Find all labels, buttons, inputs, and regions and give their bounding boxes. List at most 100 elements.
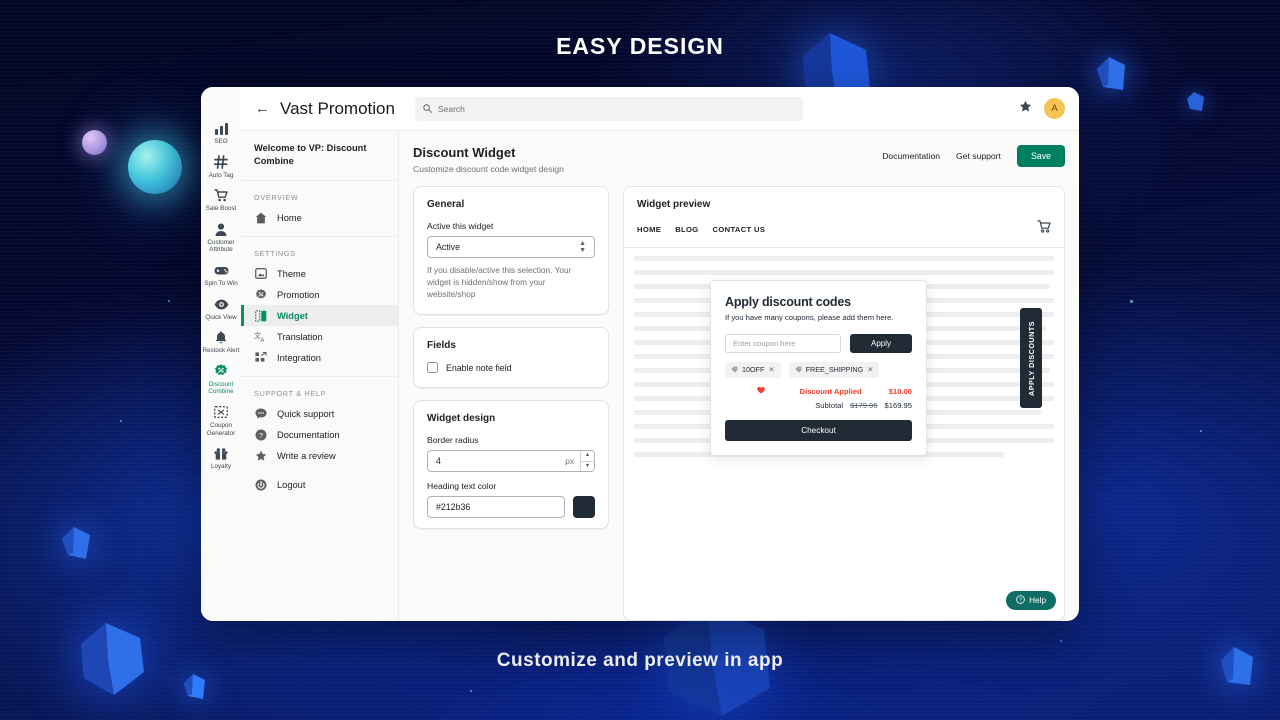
checkout-button[interactable]: Checkout xyxy=(725,419,912,441)
star-dot xyxy=(1200,430,1202,432)
coupon-chip[interactable]: 10OFF ✕ xyxy=(725,361,781,378)
discount-applied-label: Discount Applied xyxy=(799,386,862,396)
help-button[interactable]: ? Help xyxy=(1006,591,1056,610)
promotion-badge-icon xyxy=(254,288,267,301)
widget-icon xyxy=(254,309,267,322)
sidebar-item-label: Write a review xyxy=(277,450,336,461)
heading-color-input[interactable]: #212b36 xyxy=(427,496,565,518)
fields-card-title: Fields xyxy=(427,340,456,351)
star-icon[interactable] xyxy=(1019,100,1032,118)
apply-coupon-button[interactable]: Apply xyxy=(850,333,912,353)
person-icon xyxy=(215,222,227,237)
stepper-up-icon[interactable]: ▲ xyxy=(581,451,594,462)
gamepad-icon xyxy=(214,263,229,278)
rail-item-spin-to-win[interactable]: Spin To Win xyxy=(202,263,240,288)
crystal-shape xyxy=(1185,90,1207,114)
sidebar-item-integration[interactable]: Integration xyxy=(241,347,398,368)
widget-preview-card: Widget preview HOME BLOG CONTACT US Appl… xyxy=(623,186,1065,621)
question-circle-icon: ? xyxy=(1016,595,1025,606)
sidebar-item-promotion[interactable]: Promotion xyxy=(241,284,398,305)
question-circle-icon: ? xyxy=(254,429,267,441)
rail-item-auto-tag[interactable]: Auto Tag xyxy=(202,155,240,180)
border-radius-stepper[interactable]: ▲ ▼ xyxy=(580,451,594,471)
stepper-down-icon[interactable]: ▼ xyxy=(581,462,594,472)
active-widget-value: Active xyxy=(436,242,460,252)
rail-item-quick-view[interactable]: Quick View xyxy=(202,297,240,322)
coupon-input[interactable]: Enter coupon here xyxy=(725,333,841,353)
apply-discounts-tab-label: APPLY DISCOUNTS xyxy=(1026,320,1036,396)
border-radius-input[interactable]: 4 px ▲ ▼ xyxy=(427,450,595,472)
avatar[interactable]: A xyxy=(1044,98,1065,119)
subtotal-final: $169.95 xyxy=(884,400,912,410)
preview-nav-contact-us[interactable]: CONTACT US xyxy=(713,225,766,234)
star-dot xyxy=(120,420,122,422)
general-card: General Active this widget Active ▲ ▼ If … xyxy=(413,186,609,315)
page-header: Discount Widget Customize discount code … xyxy=(413,145,1065,174)
enable-note-field-checkbox[interactable]: Enable note field xyxy=(427,362,595,373)
crystal-shape xyxy=(60,525,94,563)
widget-design-card-title: Widget design xyxy=(427,413,496,424)
sidebar-item-write-a-review[interactable]: Write a review xyxy=(241,445,398,466)
save-button[interactable]: Save xyxy=(1016,145,1065,167)
rail-item-loyalty[interactable]: Loyalty xyxy=(202,446,240,471)
discount-applied-row: Discount Applied $10.00 xyxy=(725,386,912,396)
app-icon-rail: SEO Auto Tag Sale Boost Customer Attribu… xyxy=(201,87,241,621)
search-input[interactable]: Search xyxy=(414,96,803,121)
get-support-link[interactable]: Get support xyxy=(956,151,1001,161)
chat-icon xyxy=(254,408,267,419)
sidebar-item-translation[interactable]: 文A Translation xyxy=(241,326,398,347)
sidebar-item-label: Translation xyxy=(277,331,323,342)
teal-planet xyxy=(128,140,182,194)
rail-item-customer-attribute[interactable]: Customer Attribute xyxy=(202,222,240,254)
coupon-chip[interactable]: FREE_SHIPPING ✕ xyxy=(788,361,880,378)
rail-item-label: SEO xyxy=(214,138,228,145)
sidebar-item-quick-support[interactable]: Quick support xyxy=(241,403,398,424)
rail-item-coupon-generator[interactable]: Coupon Generator xyxy=(202,405,240,437)
app-topbar: ← Vast Promotion Search A xyxy=(241,87,1079,131)
subtotal-label: Subtotal xyxy=(815,400,844,410)
documentation-link[interactable]: Documentation xyxy=(882,151,940,161)
nav-group-support: SUPPORT & HELP Quick support ? Documenta xyxy=(241,377,398,503)
apply-discounts-tab[interactable]: APPLY DISCOUNTS xyxy=(1020,308,1042,408)
search-icon xyxy=(423,100,432,118)
nav-welcome-text: Welcome to VP: Discount Combine xyxy=(241,131,398,181)
coupon-input-placeholder: Enter coupon here xyxy=(733,338,796,348)
rail-item-sale-boost[interactable]: Sale Boost xyxy=(202,188,240,213)
preview-nav-home[interactable]: HOME xyxy=(637,225,661,234)
discount-amount: $10.00 xyxy=(888,386,912,396)
sidebar-item-widget[interactable]: Widget xyxy=(241,305,398,326)
rail-item-discount-combine[interactable]: Discount Combine xyxy=(202,364,240,396)
page-actions: Documentation Get support Save xyxy=(882,145,1065,167)
active-widget-label: Active this widget xyxy=(427,221,494,231)
close-icon[interactable]: ✕ xyxy=(768,365,774,374)
hash-icon xyxy=(214,155,228,170)
rail-item-label: Auto Tag xyxy=(208,171,234,179)
close-icon[interactable]: ✕ xyxy=(867,365,873,374)
crystal-shape xyxy=(182,672,208,702)
checkbox-box xyxy=(427,362,438,373)
coupon-entry-row: Enter coupon here Apply xyxy=(725,333,912,353)
applied-coupon-chips: 10OFF ✕ FREE_SHIPPING ✕ xyxy=(725,361,912,378)
discount-popup: Apply discount codes If you have many co… xyxy=(710,280,927,456)
discount-applied-heart-icon xyxy=(757,386,765,396)
sidebar-item-theme[interactable]: Theme xyxy=(241,263,398,284)
translation-icon: 文A xyxy=(254,331,267,343)
border-radius-value: 4 xyxy=(436,456,441,466)
cart-icon[interactable] xyxy=(1037,220,1051,238)
content-area: Discount Widget Customize discount code … xyxy=(399,131,1079,621)
sidebar-item-documentation[interactable]: ? Documentation xyxy=(241,424,398,445)
rail-item-seo[interactable]: SEO xyxy=(202,121,240,146)
nav-section-title: SUPPORT & HELP xyxy=(254,389,327,398)
rail-item-restock-alert[interactable]: Restock Alert xyxy=(202,330,240,355)
sidebar-item-label: Theme xyxy=(277,268,306,279)
back-arrow-icon[interactable]: ← xyxy=(251,101,280,116)
preview-nav-blog[interactable]: BLOG xyxy=(675,225,698,234)
sidebar-item-logout[interactable]: Logout xyxy=(241,474,398,495)
chevron-updown-icon: ▲ ▼ xyxy=(579,240,586,254)
active-widget-select[interactable]: Active ▲ ▼ xyxy=(427,236,595,258)
sidebar-item-home[interactable]: Home xyxy=(241,207,398,228)
heading-color-swatch[interactable] xyxy=(573,496,595,518)
heading-text-color-row: #212b36 xyxy=(427,496,595,518)
app-main-column: ← Vast Promotion Search A Welcome to VP:… xyxy=(241,87,1079,621)
crystal-shape xyxy=(1095,55,1129,95)
